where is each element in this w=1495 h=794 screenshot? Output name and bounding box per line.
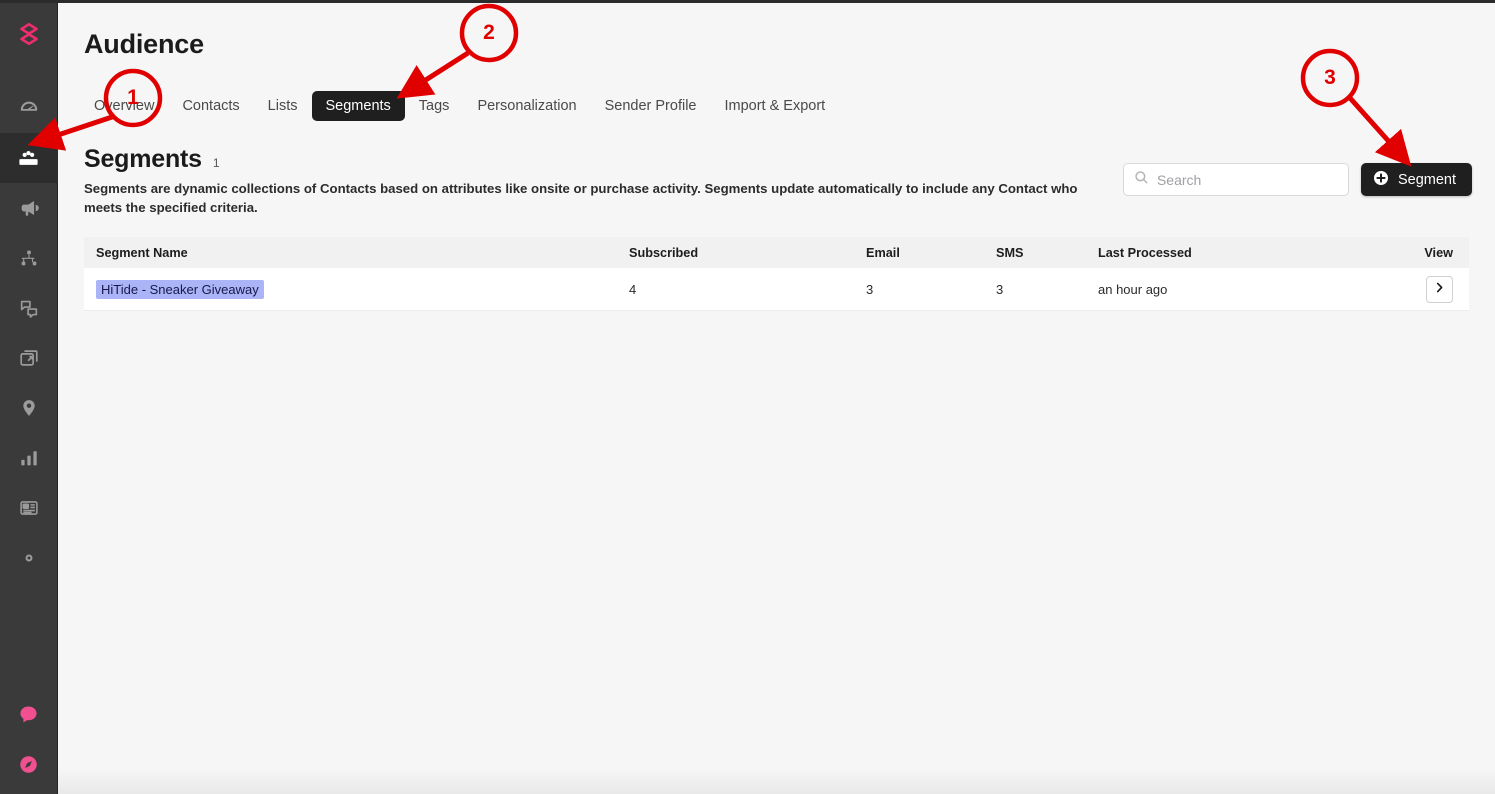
analytics-icon (18, 447, 40, 469)
location-pin-icon (18, 397, 40, 419)
cell-last-processed: an hour ago (1098, 281, 1168, 297)
segments-table: Segment Name Subscribed Email SMS Last P… (84, 237, 1469, 311)
cell-email: 3 (866, 281, 874, 297)
tab-personalization[interactable]: Personalization (463, 91, 590, 121)
table-row[interactable]: HiTide - Sneaker Giveaway 4 3 3 an hour … (84, 268, 1469, 311)
sidebar-item-messages[interactable] (0, 283, 58, 333)
column-header-sms: SMS (996, 245, 1024, 260)
main-content: Audience Overview Contacts Lists Segment… (58, 3, 1495, 794)
sidebar-item-places[interactable] (0, 383, 58, 433)
chat-bubble-icon (17, 703, 40, 726)
annotation-number-3: 3 (1324, 66, 1336, 89)
tab-contacts[interactable]: Contacts (168, 91, 253, 121)
sidebar-item-audience[interactable] (0, 133, 58, 183)
segments-count-badge: 1 (212, 156, 220, 170)
new-segment-button[interactable]: Segment (1360, 163, 1472, 196)
tab-lists[interactable]: Lists (254, 91, 312, 121)
sidebar-item-analytics[interactable] (0, 433, 58, 483)
cell-segment-name: HiTide - Sneaker Giveaway (84, 279, 629, 299)
sidebar-item-dashboard[interactable] (0, 83, 58, 133)
megaphone-icon (18, 197, 40, 219)
column-header-email: Email (866, 245, 900, 260)
sidebar-bottom-group (0, 689, 58, 794)
view-segment-button[interactable] (1426, 275, 1453, 303)
app-window: Audience Overview Contacts Lists Segment… (0, 0, 1495, 794)
app-logo[interactable] (0, 3, 58, 65)
cell-view (1383, 275, 1469, 303)
segments-description: Segments are dynamic collections of Cont… (84, 181, 1078, 216)
compass-icon (17, 753, 40, 776)
sidebar-item-campaigns[interactable] (0, 183, 58, 233)
audience-icon (17, 147, 40, 170)
cell-sms: 3 (996, 281, 1004, 297)
sidebar-item-content[interactable] (0, 483, 58, 533)
settings-gear-icon (18, 547, 40, 569)
cell-subscribed: 4 (629, 281, 637, 297)
search-field-wrapper[interactable] (1122, 163, 1349, 196)
messages-icon (18, 297, 40, 319)
audience-tabbar: Overview Contacts Lists Segments Tags Pe… (80, 91, 839, 121)
sidebar-item-media[interactable] (0, 333, 58, 383)
search-icon (1134, 170, 1149, 190)
tab-tags[interactable]: Tags (405, 91, 464, 121)
segments-toolbar: Segment (1122, 163, 1472, 196)
annotation-number-2: 2 (483, 21, 495, 44)
column-header-last-processed: Last Processed (1098, 245, 1192, 260)
tab-sender-profile[interactable]: Sender Profile (591, 91, 711, 121)
search-input[interactable] (1156, 171, 1348, 188)
segment-name-selected-text[interactable]: HiTide - Sneaker Giveaway (96, 279, 264, 299)
table-body: HiTide - Sneaker Giveaway 4 3 3 an hour … (84, 268, 1469, 311)
sidebar-item-settings[interactable] (0, 533, 58, 583)
media-icon (18, 347, 40, 369)
segments-title-row: Segments 1 (84, 145, 1094, 174)
dashboard-icon (18, 97, 40, 119)
segments-section-header: Segments 1 Segments are dynamic collecti… (84, 145, 1094, 217)
plus-circle-icon (1373, 170, 1389, 190)
flows-icon (18, 247, 40, 269)
new-segment-button-label: Segment (1397, 171, 1456, 188)
column-header-view: View (1424, 245, 1453, 260)
tab-import-export[interactable]: Import & Export (710, 91, 839, 121)
page-title: Audience (84, 29, 204, 59)
annotation-number-1: 1 (127, 86, 139, 109)
sidebar-item-explore[interactable] (0, 739, 58, 789)
content-icon (18, 497, 40, 519)
tab-segments[interactable]: Segments (311, 91, 405, 121)
primary-sidebar (0, 3, 58, 794)
segments-title: Segments (84, 145, 202, 173)
chevron-right-icon (1433, 281, 1446, 297)
sidebar-item-flows[interactable] (0, 233, 58, 283)
column-header-segment-name: Segment Name (96, 245, 188, 260)
sidebar-item-support-chat[interactable] (0, 689, 58, 739)
table-header-row: Segment Name Subscribed Email SMS Last P… (84, 237, 1469, 268)
column-header-subscribed: Subscribed (629, 245, 699, 260)
